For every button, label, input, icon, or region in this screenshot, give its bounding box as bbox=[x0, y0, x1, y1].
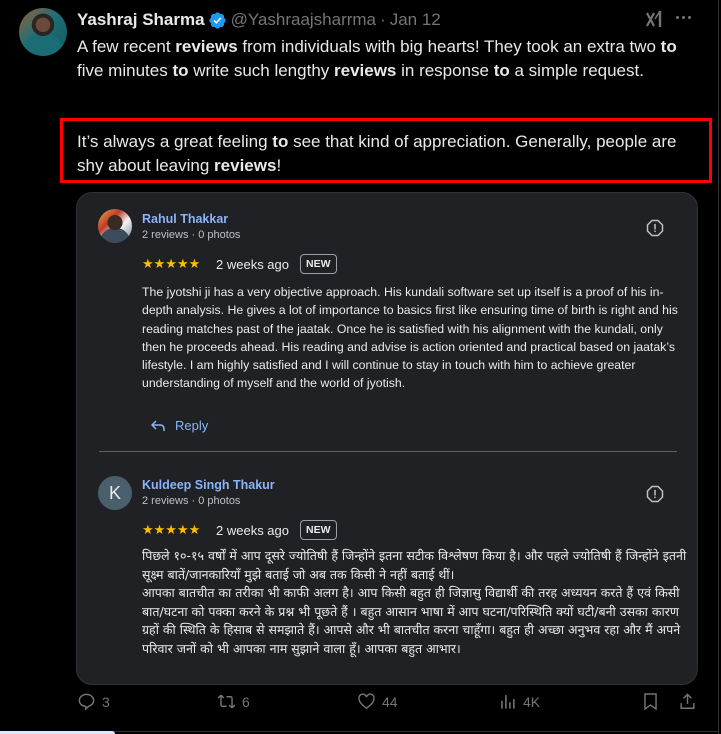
views-count: 4K bbox=[523, 693, 541, 710]
bold-text-segment: to bbox=[493, 61, 510, 80]
repost-count: 6 bbox=[242, 693, 250, 710]
review-divider bbox=[99, 451, 677, 452]
author-name[interactable]: Yashraj Sharma bbox=[77, 10, 205, 30]
reviewer-avatar[interactable]: K bbox=[98, 476, 132, 510]
share-icon bbox=[680, 693, 695, 709]
reply-button[interactable]: Reply bbox=[151, 418, 208, 433]
tweet-text-highlighted: It’s always a great feeling to see that … bbox=[77, 130, 707, 178]
share-action[interactable] bbox=[678, 692, 697, 711]
more-options-icon[interactable] bbox=[676, 16, 691, 19]
text-segment: five minutes bbox=[77, 61, 173, 80]
text-segment: from individuals with big hearts! They t… bbox=[237, 37, 661, 56]
bold-text-segment: to bbox=[172, 61, 189, 80]
text-segment: A few recent bbox=[77, 37, 176, 56]
report-flag-icon[interactable] bbox=[646, 485, 664, 503]
reviewer-avatar[interactable] bbox=[98, 209, 132, 243]
heart-icon bbox=[358, 693, 375, 710]
bold-text-segment: to bbox=[272, 132, 289, 151]
tweet-header: Yashraj Sharma @Yashraajsharrma · Jan 12 bbox=[77, 9, 441, 31]
review-body: पिछले १०-१५ वर्षों में आप दूसरे ज्योतिषी… bbox=[142, 548, 687, 656]
text-segment: It’s always a great feeling bbox=[77, 132, 273, 151]
tweet-actions-bar: 3 6 44 4K bbox=[0, 690, 718, 720]
analytics-icon bbox=[501, 695, 515, 709]
repost-action[interactable]: 6 bbox=[217, 692, 250, 711]
reviewer-name[interactable]: Kuldeep Singh Thakur bbox=[142, 478, 275, 492]
reply-label: Reply bbox=[175, 418, 209, 433]
bold-text-segment: reviews bbox=[334, 61, 397, 80]
tweet-text: A few recent reviews from individuals wi… bbox=[77, 35, 702, 83]
reply-arrow-icon bbox=[151, 419, 165, 431]
verified-badge-icon bbox=[208, 11, 226, 29]
like-count: 44 bbox=[382, 693, 398, 710]
like-action[interactable]: 44 bbox=[357, 692, 398, 711]
reply-count: 3 bbox=[102, 693, 110, 710]
text-segment: a simple request. bbox=[509, 61, 644, 80]
reviewer-meta: 2 reviews · 0 photos bbox=[142, 495, 241, 507]
reviewer-meta: 2 reviews · 0 photos bbox=[142, 229, 241, 241]
text-segment: ! bbox=[276, 156, 282, 175]
bookmark-action[interactable] bbox=[641, 692, 660, 711]
bookmark-icon bbox=[644, 693, 657, 711]
bold-text-segment: reviews bbox=[175, 37, 238, 56]
reviewer-name[interactable]: Rahul Thakkar bbox=[142, 212, 228, 226]
separator: · bbox=[380, 10, 386, 29]
bold-text-segment: reviews bbox=[214, 156, 277, 175]
reply-action[interactable]: 3 bbox=[77, 692, 110, 711]
column-border bbox=[718, 0, 719, 734]
reply-bubble-icon bbox=[78, 693, 95, 711]
text-segment: in response bbox=[396, 61, 494, 80]
bold-text-segment: to bbox=[660, 37, 677, 56]
repost-icon bbox=[217, 694, 236, 709]
review-time: 2 weeks ago bbox=[216, 257, 289, 272]
reviews-image-card[interactable]: Rahul Thakkar 2 reviews · 0 photos ★★★★★… bbox=[76, 192, 698, 685]
review-time: 2 weeks ago bbox=[216, 523, 289, 538]
review-body: The jyotshi ji has a very objective appr… bbox=[142, 285, 678, 391]
new-badge: NEW bbox=[300, 520, 337, 540]
text-segment: write such lengthy bbox=[188, 61, 334, 80]
new-badge: NEW bbox=[300, 254, 337, 274]
author-avatar[interactable] bbox=[19, 8, 67, 56]
grok-icon[interactable] bbox=[645, 9, 665, 29]
star-rating: ★★★★★ bbox=[142, 256, 201, 271]
tweet-date[interactable]: Jan 12 bbox=[390, 10, 441, 30]
author-handle[interactable]: @Yashraajsharrma bbox=[231, 10, 376, 30]
report-flag-icon[interactable] bbox=[646, 219, 664, 237]
star-rating: ★★★★★ bbox=[142, 522, 201, 537]
views-action[interactable]: 4K bbox=[498, 692, 540, 711]
